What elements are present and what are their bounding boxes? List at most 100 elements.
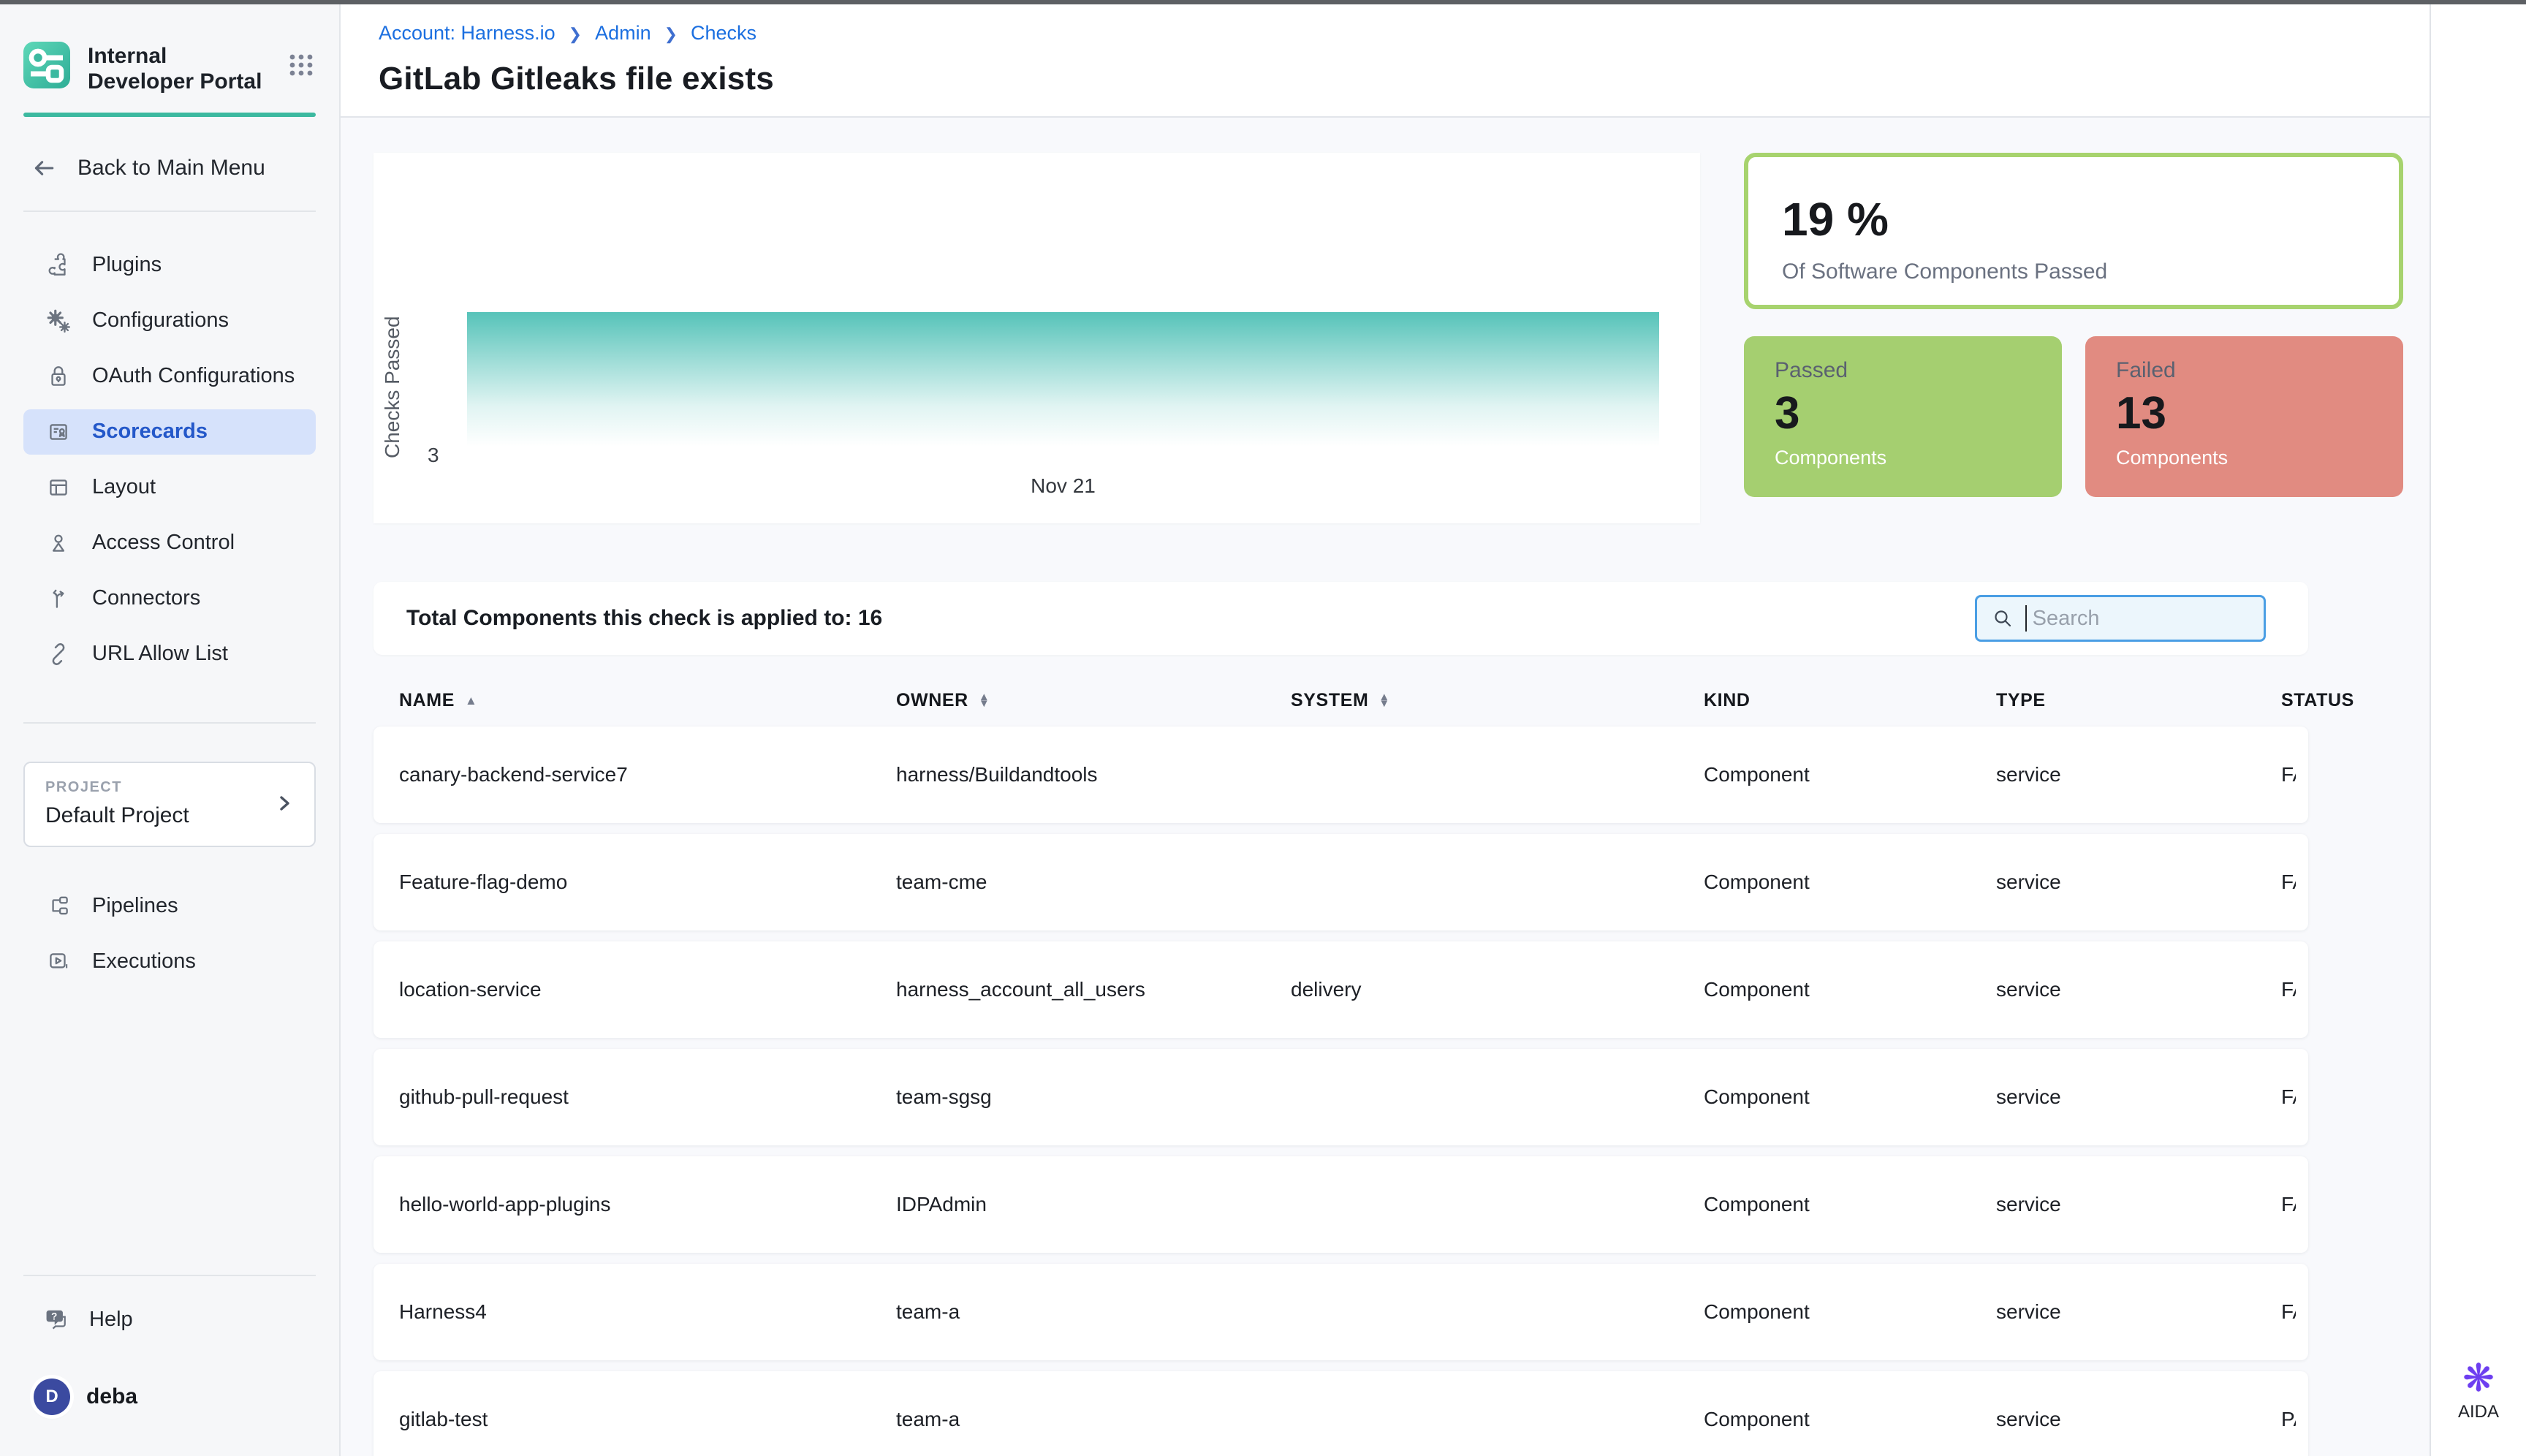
sidebar: Internal Developer Portal Back to Main M… xyxy=(0,0,341,1456)
scorecard-icon xyxy=(45,419,72,445)
column-header-type: TYPE xyxy=(1996,690,2281,711)
checks-passed-chart: Checks Passed 3 Nov 21 xyxy=(373,153,1700,523)
sidebar-item-label: OAuth Configurations xyxy=(92,364,295,388)
sidebar-item-configurations[interactable]: Configurations xyxy=(23,298,316,344)
failed-unit: Components xyxy=(2116,447,2403,469)
puzzle-icon xyxy=(45,252,72,278)
sidebar-item-plugins[interactable]: Plugins xyxy=(23,243,316,288)
sidebar-item-executions[interactable]: Executions xyxy=(23,939,316,985)
cell-system: delivery xyxy=(1291,978,1704,1001)
cell-owner: team-a xyxy=(896,1300,1291,1324)
sidebar-item-scorecards[interactable]: Scorecards xyxy=(23,409,316,455)
cell-status: FAIL xyxy=(2281,763,2296,786)
cell-status: FAIL xyxy=(2281,1193,2296,1216)
play-icon xyxy=(45,949,72,975)
aida-label: AIDA xyxy=(2458,1402,2499,1422)
column-header-name[interactable]: NAME▲ xyxy=(399,690,896,711)
cell-name: canary-backend-service7 xyxy=(399,763,896,786)
sidebar-divider xyxy=(23,1275,316,1276)
table-row[interactable]: github-pull-request team-sgsg Component … xyxy=(373,1049,2308,1145)
cell-name: Feature-flag-demo xyxy=(399,871,896,894)
failed-value: 13 xyxy=(2116,387,2403,439)
table-row[interactable]: hello-world-app-plugins IDPAdmin Compone… xyxy=(373,1156,2308,1253)
app-window: Internal Developer Portal Back to Main M… xyxy=(0,0,2526,1456)
project-nav: Pipelines Executions xyxy=(23,884,316,985)
project-selector[interactable]: PROJECT Default Project xyxy=(23,762,316,847)
passed-value: 3 xyxy=(1775,387,2062,439)
help-label: Help xyxy=(89,1308,133,1332)
app-grid-icon[interactable] xyxy=(287,42,316,83)
cell-type: service xyxy=(1996,1085,2281,1109)
connector-icon xyxy=(45,585,72,612)
percent-value: 19 % xyxy=(1782,192,2399,246)
cell-kind: Component xyxy=(1704,871,1996,894)
cell-name: hello-world-app-plugins xyxy=(399,1193,896,1216)
table-row[interactable]: Harness4 team-a Component service FAIL xyxy=(373,1264,2308,1360)
page-title: GitLab Gitleaks file exists xyxy=(379,61,2430,97)
sidebar-header: Internal Developer Portal xyxy=(23,42,316,95)
sidebar-item-label: URL Allow List xyxy=(92,642,228,666)
search-box[interactable] xyxy=(1975,595,2266,642)
cell-type: service xyxy=(1996,763,2281,786)
total-components-text: Total Components this check is applied t… xyxy=(406,606,882,631)
percent-passed-card: 19 % Of Software Components Passed xyxy=(1744,153,2403,309)
table-row[interactable]: location-service harness_account_all_use… xyxy=(373,941,2308,1038)
cell-owner: harness_account_all_users xyxy=(896,978,1291,1001)
back-arrow-icon xyxy=(29,153,58,183)
page-content: Checks Passed 3 Nov 21 19 % Of Software … xyxy=(341,118,2430,1456)
components-summary-bar: Total Components this check is applied t… xyxy=(373,582,2308,655)
table-row[interactable]: canary-backend-service7 harness/Buildand… xyxy=(373,727,2308,823)
sidebar-item-label: Connectors xyxy=(92,586,200,610)
back-to-main-menu[interactable]: Back to Main Menu xyxy=(23,153,316,183)
passed-unit: Components xyxy=(1775,447,2062,469)
chevron-right-icon: ❯ xyxy=(569,23,582,44)
sidebar-item-pipelines[interactable]: Pipelines xyxy=(23,884,316,929)
breadcrumb-account[interactable]: Account: Harness.io xyxy=(379,22,555,45)
back-label: Back to Main Menu xyxy=(77,156,265,181)
cell-type: service xyxy=(1996,1193,2281,1216)
chevron-right-icon: ❯ xyxy=(664,23,678,44)
sort-asc-icon: ▲ xyxy=(465,694,477,707)
sort-icon: ▲▼ xyxy=(979,694,990,708)
cell-name: gitlab-test xyxy=(399,1408,896,1431)
search-icon xyxy=(1990,606,2015,631)
chart-x-tick: Nov 21 xyxy=(467,474,1659,498)
sidebar-item-oauth-configurations[interactable]: OAuth Configurations xyxy=(23,354,316,399)
cell-status: FAIL xyxy=(2281,978,2296,1001)
sidebar-item-url-allow-list[interactable]: URL Allow List xyxy=(23,632,316,677)
aida-button[interactable]: ❋ AIDA xyxy=(2458,1360,2499,1422)
sidebar-item-connectors[interactable]: Connectors xyxy=(23,576,316,621)
search-input[interactable] xyxy=(2033,607,2250,631)
cell-status: FAIL xyxy=(2281,871,2296,894)
help-button[interactable]: ? Help xyxy=(23,1305,316,1333)
breadcrumb-admin[interactable]: Admin xyxy=(595,22,651,45)
failed-card: Failed 13 Components xyxy=(2085,336,2403,497)
percent-caption: Of Software Components Passed xyxy=(1782,259,2399,284)
cell-kind: Component xyxy=(1704,763,1996,786)
table-row[interactable]: Feature-flag-demo team-cme Component ser… xyxy=(373,834,2308,930)
user-menu[interactable]: D deba xyxy=(23,1379,316,1415)
table-row[interactable]: gitlab-test team-a Component service PAS… xyxy=(373,1371,2308,1456)
user-name: deba xyxy=(86,1384,137,1409)
cell-type: service xyxy=(1996,978,2281,1001)
sidebar-item-label: Pipelines xyxy=(92,894,178,918)
sidebar-item-access-control[interactable]: Access Control xyxy=(23,520,316,566)
aida-flower-icon: ❋ xyxy=(2462,1360,2495,1398)
breadcrumb-checks[interactable]: Checks xyxy=(691,22,756,45)
sliders-logo-icon xyxy=(23,42,70,88)
chart-area-series xyxy=(467,312,1659,447)
column-header-owner[interactable]: OWNER▲▼ xyxy=(896,690,1291,711)
main-area: Account: Harness.io ❯ Admin ❯ Checks Git… xyxy=(341,0,2430,1456)
cell-kind: Component xyxy=(1704,1193,1996,1216)
cell-kind: Component xyxy=(1704,1085,1996,1109)
project-name: Default Project xyxy=(45,803,189,828)
column-header-system[interactable]: SYSTEM▲▼ xyxy=(1291,690,1704,711)
chevron-right-icon xyxy=(272,791,297,816)
sidebar-item-layout[interactable]: Layout xyxy=(23,465,316,510)
avatar: D xyxy=(34,1379,70,1415)
idp-logo xyxy=(23,42,70,88)
sidebar-divider xyxy=(23,722,316,724)
sort-icon: ▲▼ xyxy=(1378,694,1389,708)
cell-kind: Component xyxy=(1704,1408,1996,1431)
sidebar-item-label: Executions xyxy=(92,949,196,974)
